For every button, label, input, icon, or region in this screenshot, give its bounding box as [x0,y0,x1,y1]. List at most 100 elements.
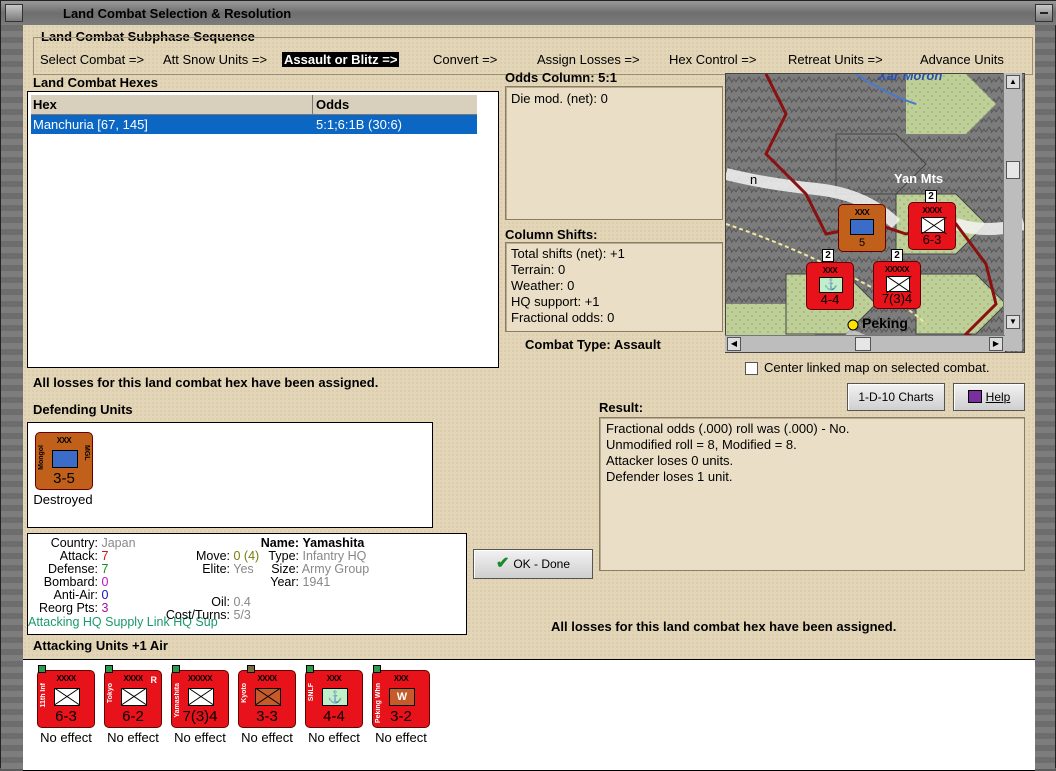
antiair-label: Anti-Air: [53,588,98,602]
col-odds[interactable]: Odds [312,95,352,114]
die-mod: Die mod. (net): 0 [511,91,608,106]
shift-hq-support: HQ support: +1 [511,294,600,309]
defending-status: Destroyed [33,492,93,507]
system-menu-button[interactable] [5,4,23,22]
reorg-value: 3 [101,601,109,615]
map-horizontal-scrollbar[interactable]: ◀ ▶ [725,335,1005,352]
counter-strength: 4-4 [323,708,345,725]
year-value: 1941 [302,575,331,589]
map-vertical-scrollbar[interactable]: ▲ ▼ [1003,73,1022,351]
hexes-title: Land Combat Hexes [33,75,158,90]
step-select-combat: Select Combat => [40,52,145,67]
scroll-left-icon[interactable]: ◀ [727,337,741,351]
counter-size: XXXXX [187,674,213,683]
step-retreat-units: Retreat Units => [788,52,883,67]
map-counter-mongol[interactable]: XXX 5 [838,204,886,252]
hexes-header: Hex Odds [31,95,477,115]
counter-strength: 7(3)4 [182,708,218,725]
defense-value: 7 [101,562,109,576]
counter-extra: R [150,675,158,685]
counter-name: Tokyo [107,683,114,704]
oil-label: Oil: [211,595,230,609]
stack-badge: 2 [891,249,903,262]
label-n: n [750,172,758,187]
minimize-button[interactable] [1035,4,1053,22]
map-counter-snlf[interactable]: XXX ⚓ 4-4 [806,262,854,310]
attacking-list[interactable]: XXXX 11th Inf 6-3 No effect XXXX Tokyo R… [23,659,1035,771]
counter-size: XXXX [257,674,277,683]
scroll-down-icon[interactable]: ▼ [1006,315,1020,329]
result-line: Fractional odds (.000) roll was (.000) -… [606,421,850,436]
window-title: Land Combat Selection & Resolution [63,6,292,21]
defending-counter-mongol[interactable]: XXX Mongol MGL 3-5 [35,432,93,490]
stack-badge: 2 [822,249,834,262]
checkmark-icon: ✔ [495,555,510,572]
counter-strength: 4-4 [820,292,840,307]
attacking-title: Attacking Units +1 Air [33,638,168,653]
scroll-right-icon[interactable]: ▶ [989,337,1003,351]
infantry-symbol-icon [850,219,874,235]
garrison-symbol-icon: W [389,688,415,706]
counter-name: 11th Inf [40,683,47,708]
attacking-counter-tokyo[interactable]: XXXX Tokyo R 6-2 [104,665,162,728]
col-hex[interactable]: Hex [33,97,57,112]
help-button[interactable]: Help [953,383,1025,411]
step-assault-or-blitz: Assault or Blitz => [282,52,400,67]
charts-button[interactable]: 1-D-10 Charts [847,383,945,411]
map-counter-11th-inf[interactable]: XXXX 6-3 [908,202,956,250]
unit-info-panel: Country: Japan Attack: 7 Defense: 7 Bomb… [27,533,467,635]
country-label: Country: [50,536,98,550]
combat-type: Combat Type: Assault [525,337,661,352]
infantry-symbol-icon [255,688,281,706]
attacking-counter-11th-inf[interactable]: XXXX 11th Inf 6-3 [37,665,95,728]
counter-size: XXX [822,266,838,275]
left-border [1,25,23,769]
year-label: Year: [270,575,299,589]
antiair-value: 0 [101,588,109,602]
infantry-symbol-icon [52,450,78,468]
name-value: Yamashita [302,536,365,550]
cost-label: Cost/Turns: [165,608,230,622]
counter-size: XXXX [922,206,942,215]
attacking-counter-snlf[interactable]: XXX SNLF ⚓ 4-4 [305,665,363,728]
step-convert: Convert => [433,52,498,67]
country-value: Japan [101,536,136,550]
linked-map[interactable]: Xar Moron Yan Mts Peking n XXX 5 XXXX 6-… [725,73,1025,353]
attacking-counter-peking[interactable]: XXX Peking Whn W 3-2 [372,665,430,728]
infantry-symbol-icon [188,688,214,706]
result-line: Unmodified roll = 8, Modified = 8. [606,437,797,452]
counter-size: XXX [326,674,342,683]
type-label: Type: [268,549,299,563]
reorg-label: Reorg Pts: [38,601,98,615]
map-counter-yamashita[interactable]: XXXXX 7(3)4 [873,261,921,309]
title-bar[interactable]: Land Combat Selection & Resolution [1,1,1056,26]
scroll-thumb[interactable] [1006,161,1020,179]
type-value: Infantry HQ [302,549,367,563]
attacking-counter-kyoto[interactable]: XXXX Kyoto 3-3 [238,665,296,728]
attacking-status: No effect [107,730,159,745]
defending-title: Defending Units [33,402,133,417]
counter-size: XXX [393,674,409,683]
scroll-up-icon[interactable]: ▲ [1006,75,1020,89]
defending-list[interactable]: XXX Mongol MGL 3-5 Destroyed [27,422,433,528]
step-advance-units: Advance Units [920,52,1004,67]
ok-done-button[interactable]: ✔ OK - Done [473,549,593,579]
center-map-checkbox[interactable] [745,362,758,375]
attacking-counter-yamashita[interactable]: XXXXX Yamashita 7(3)4 [171,665,229,728]
counter-size: XXX [56,436,72,445]
anchor-icon: ⚓ [322,688,348,706]
shifts-title: Column Shifts: [505,227,598,242]
hex-row-manchuria[interactable]: Manchuria [67, 145] 5:1;6:1B (30:6) [31,115,477,134]
size-label: Size: [271,562,299,576]
label-peking: Peking [862,315,908,331]
counter-strength: 3-2 [390,708,412,725]
counter-name: SNLF [308,683,315,702]
odds-panel: Die mod. (net): 0 [505,86,723,220]
label-yan-mts: Yan Mts [894,171,944,186]
hexes-list[interactable]: Hex Odds Manchuria [67, 145] 5:1;6:1B (3… [27,91,499,368]
supply-marker-icon [172,665,180,673]
counter-strength: 3-3 [256,708,278,725]
result-panel: Fractional odds (.000) roll was (.000) -… [599,417,1025,571]
scroll-thumb[interactable] [855,337,871,351]
content-area: Land Combat Subphase Sequence Select Com… [23,25,1035,771]
